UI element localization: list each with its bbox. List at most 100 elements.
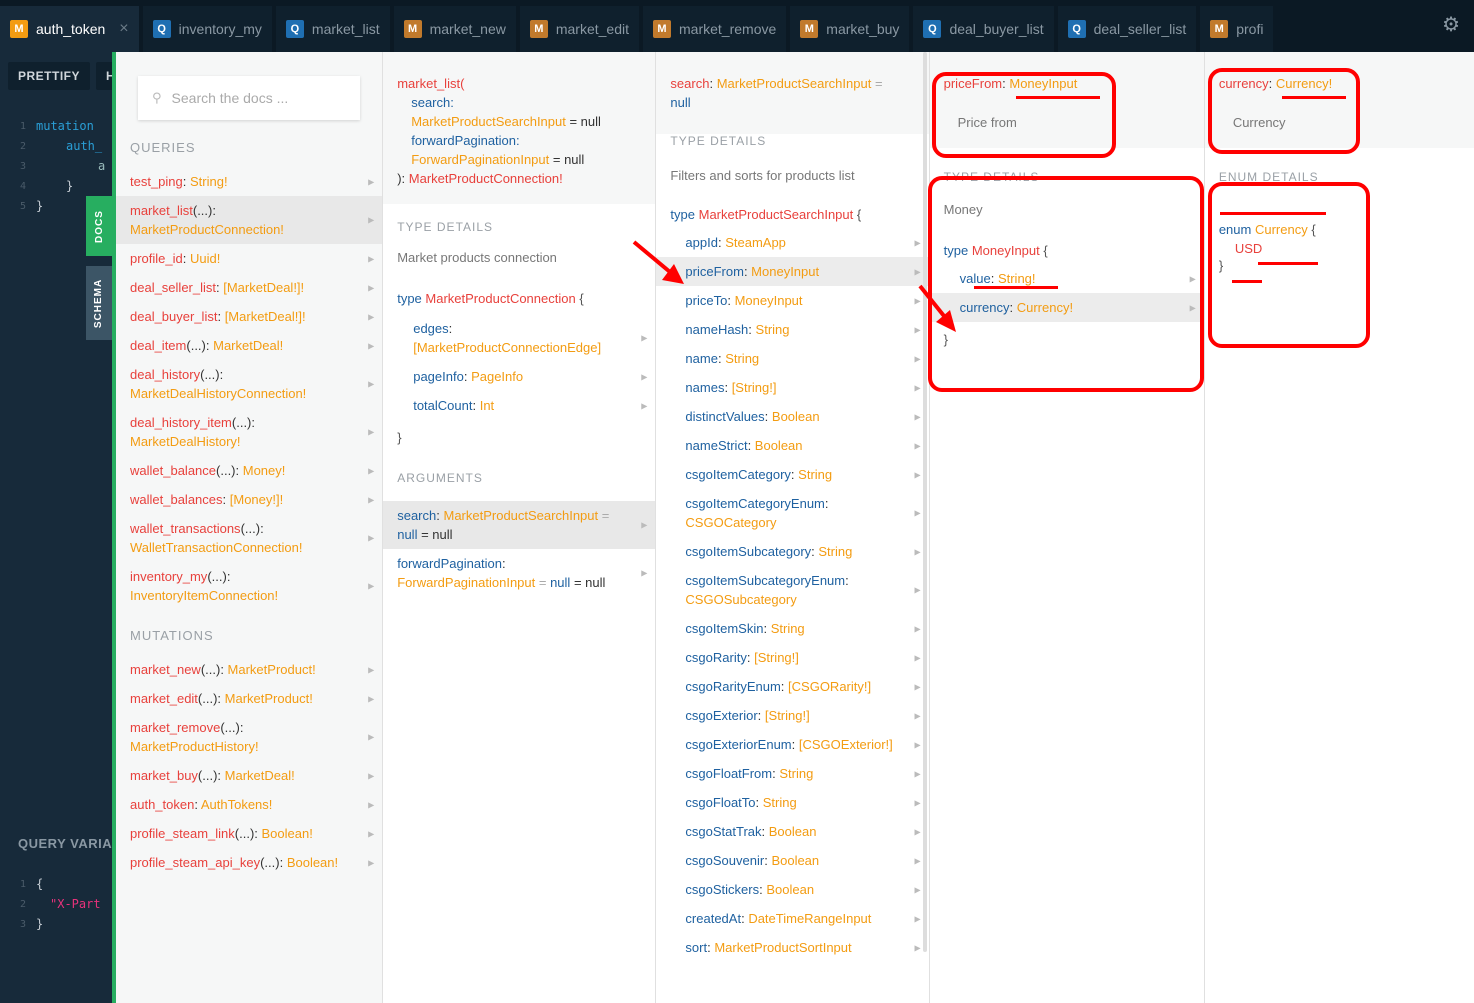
search-field-csgoRarity[interactable]: csgoRarity: [String!] ▶ bbox=[656, 643, 928, 672]
field-type[interactable]: Boolean bbox=[766, 882, 814, 897]
search-field-sort[interactable]: sort: MarketProductSortInput ▶ bbox=[656, 933, 928, 962]
field-type[interactable]: InventoryItemConnection! bbox=[130, 588, 278, 603]
field-type[interactable]: Boolean! bbox=[287, 855, 338, 870]
return-type[interactable]: MarketProductConnection! bbox=[409, 171, 563, 186]
scrollbar[interactable] bbox=[922, 52, 927, 952]
search-field-csgoItemSubcategoryEnum[interactable]: csgoItemSubcategoryEnum: CSGOSubcategory… bbox=[656, 566, 928, 614]
field-type[interactable]: PageInfo bbox=[471, 369, 523, 384]
header-field-type[interactable]: MoneyInput bbox=[1009, 76, 1077, 91]
query-deal-buyer-list[interactable]: deal_buyer_list: [MarketDeal!]! ▶ bbox=[116, 302, 382, 331]
field-type[interactable]: String bbox=[771, 621, 805, 636]
field-type[interactable]: String bbox=[725, 351, 759, 366]
field-type[interactable]: Boolean bbox=[772, 409, 820, 424]
query-test-ping[interactable]: test_ping: String! ▶ bbox=[116, 167, 382, 196]
search-field-csgoItemCategoryEnum[interactable]: csgoItemCategoryEnum: CSGOCategory ▶ bbox=[656, 489, 928, 537]
search-field-csgoExteriorEnum[interactable]: csgoExteriorEnum: [CSGOExterior!] ▶ bbox=[656, 730, 928, 759]
query-profile-id[interactable]: profile_id: Uuid! ▶ bbox=[116, 244, 382, 273]
type-field[interactable]: pageInfo: PageInfo ▶ bbox=[383, 362, 655, 391]
tab-market-new[interactable]: Mmarket_new bbox=[393, 6, 516, 52]
mutation-profile-steam-link[interactable]: profile_steam_link(...): Boolean! ▶ bbox=[116, 819, 382, 848]
search-field-priceFrom[interactable]: priceFrom: MoneyInput ▶ bbox=[656, 257, 929, 286]
argument-search[interactable]: search: MarketProductSearchInput = null … bbox=[383, 501, 656, 549]
field-type[interactable]: [MarketDeal!]! bbox=[223, 280, 304, 295]
field-type[interactable]: String! bbox=[190, 174, 228, 189]
field-type[interactable]: MarketDeal! bbox=[213, 338, 283, 353]
arg-type[interactable]: ForwardPaginationInput bbox=[411, 152, 549, 167]
field-type[interactable]: Boolean bbox=[755, 438, 803, 453]
field-type[interactable]: String bbox=[779, 766, 813, 781]
tab-market-edit[interactable]: Mmarket_edit bbox=[519, 6, 640, 52]
field-type[interactable]: Money! bbox=[243, 463, 286, 478]
tab-market-list[interactable]: Qmarket_list bbox=[275, 6, 390, 52]
search-field-appId[interactable]: appId: SteamApp ▶ bbox=[656, 228, 928, 257]
header-field-type[interactable]: Currency! bbox=[1276, 76, 1332, 91]
type-field[interactable]: edges: [MarketProductConnectionEdge] ▶ bbox=[383, 314, 655, 362]
mutation-market-new[interactable]: market_new(...): MarketProduct! ▶ bbox=[116, 655, 382, 684]
search-field-csgoFloatTo[interactable]: csgoFloatTo: String ▶ bbox=[656, 788, 928, 817]
search-field-csgoExterior[interactable]: csgoExterior: [String!] ▶ bbox=[656, 701, 928, 730]
search-field-nameStrict[interactable]: nameStrict: Boolean ▶ bbox=[656, 431, 928, 460]
type-field[interactable]: totalCount: Int ▶ bbox=[383, 391, 655, 420]
tab-auth-token[interactable]: Mauth_token × bbox=[0, 6, 139, 52]
field-type[interactable]: [MarketDeal!]! bbox=[225, 309, 306, 324]
field-type[interactable]: MarketDeal! bbox=[225, 768, 295, 783]
field-type[interactable]: Uuid! bbox=[190, 251, 220, 266]
field-type[interactable]: MarketProductConnection! bbox=[130, 222, 284, 237]
tab-inventory-my[interactable]: Qinventory_my bbox=[142, 6, 272, 52]
field-type[interactable]: SteamApp bbox=[725, 235, 786, 250]
arg-type[interactable]: MarketProductSearchInput bbox=[411, 114, 566, 129]
search-field-csgoStickers[interactable]: csgoStickers: Boolean ▶ bbox=[656, 875, 928, 904]
moneyinput-field-currency[interactable]: currency: Currency! ▶ bbox=[929, 293, 1204, 322]
arg-type[interactable]: ForwardPaginationInput bbox=[397, 575, 535, 590]
field-type[interactable]: [String!] bbox=[754, 650, 799, 665]
field-type[interactable]: MoneyInput bbox=[735, 293, 803, 308]
query-wallet-balances[interactable]: wallet_balances: [Money!]! ▶ bbox=[116, 485, 382, 514]
query-deal-item[interactable]: deal_item(...): MarketDeal! ▶ bbox=[116, 331, 382, 360]
docs-tab[interactable]: DOCS bbox=[86, 196, 112, 256]
mutation-auth-token[interactable]: auth_token: AuthTokens! ▶ bbox=[116, 790, 382, 819]
close-icon[interactable]: × bbox=[119, 20, 128, 38]
field-type[interactable]: MarketProduct! bbox=[228, 662, 316, 677]
search-field-csgoFloatFrom[interactable]: csgoFloatFrom: String ▶ bbox=[656, 759, 928, 788]
prettify-button[interactable]: PRETTIFY bbox=[8, 62, 91, 90]
field-type[interactable]: [CSGORarity!] bbox=[788, 679, 871, 694]
field-type[interactable]: [String!] bbox=[765, 708, 810, 723]
docs-search-input[interactable]: Search the docs ... bbox=[172, 90, 289, 106]
field-type[interactable]: String! bbox=[998, 271, 1036, 286]
field-type[interactable]: [CSGOExterior!] bbox=[799, 737, 893, 752]
tab-profi[interactable]: Mprofi bbox=[1200, 6, 1274, 52]
search-field-createdAt[interactable]: createdAt: DateTimeRangeInput ▶ bbox=[656, 904, 928, 933]
variables-code[interactable]: 1{2 "X-Part 3} bbox=[0, 858, 116, 934]
search-field-csgoStatTrak[interactable]: csgoStatTrak: Boolean ▶ bbox=[656, 817, 928, 846]
query-wallet-balance[interactable]: wallet_balance(...): Money! ▶ bbox=[116, 456, 382, 485]
search-field-name[interactable]: name: String ▶ bbox=[656, 344, 928, 373]
field-type[interactable]: MarketDealHistoryConnection! bbox=[130, 386, 306, 401]
field-type[interactable]: CSGOSubcategory bbox=[685, 592, 796, 607]
schema-tab[interactable]: SCHEMA bbox=[86, 266, 112, 340]
type-name[interactable]: MarketProductSearchInput bbox=[699, 207, 854, 222]
search-field-nameHash[interactable]: nameHash: String ▶ bbox=[656, 315, 928, 344]
field-type[interactable]: MarketProduct! bbox=[225, 691, 313, 706]
docs-search[interactable]: ⚲ Search the docs ... bbox=[138, 76, 361, 120]
query-deal-history-item[interactable]: deal_history_item(...): MarketDealHistor… bbox=[116, 408, 382, 456]
type-name[interactable]: MarketProductConnection bbox=[425, 291, 575, 306]
field-type[interactable]: Boolean bbox=[769, 824, 817, 839]
arg-type[interactable]: MarketProductSearchInput bbox=[443, 508, 598, 523]
tab-market-remove[interactable]: Mmarket_remove bbox=[643, 6, 787, 52]
tab-deal-buyer-list[interactable]: Qdeal_buyer_list bbox=[913, 6, 1054, 52]
mutation-market-remove[interactable]: market_remove(...): MarketProductHistory… bbox=[116, 713, 382, 761]
field-type[interactable]: CSGOCategory bbox=[685, 515, 776, 530]
query-deal-history[interactable]: deal_history(...): MarketDealHistoryConn… bbox=[116, 360, 382, 408]
search-field-csgoItemCategory[interactable]: csgoItemCategory: String ▶ bbox=[656, 460, 928, 489]
field-type[interactable]: [Money!]! bbox=[230, 492, 283, 507]
field-type[interactable]: Currency! bbox=[1017, 300, 1073, 315]
field-type[interactable]: MarketProductSortInput bbox=[714, 940, 851, 955]
search-field-csgoItemSkin[interactable]: csgoItemSkin: String ▶ bbox=[656, 614, 928, 643]
search-field-csgoSouvenir[interactable]: csgoSouvenir: Boolean ▶ bbox=[656, 846, 928, 875]
query-deal-seller-list[interactable]: deal_seller_list: [MarketDeal!]! ▶ bbox=[116, 273, 382, 302]
mutation-market-edit[interactable]: market_edit(...): MarketProduct! ▶ bbox=[116, 684, 382, 713]
field-type[interactable]: String bbox=[756, 322, 790, 337]
field-type[interactable]: String bbox=[818, 544, 852, 559]
mutation-market-buy[interactable]: market_buy(...): MarketDeal! ▶ bbox=[116, 761, 382, 790]
tab-market-buy[interactable]: Mmarket_buy bbox=[790, 6, 910, 52]
